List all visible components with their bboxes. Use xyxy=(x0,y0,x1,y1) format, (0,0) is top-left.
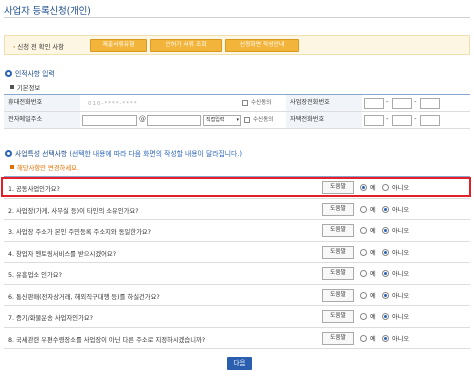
feature-question-table: 1. 공동사업인가요? 도움말 예 아니오 2. 사업장(가게, 사무실 등)이… xyxy=(4,176,470,349)
email-id-input[interactable] xyxy=(82,115,137,126)
no-label: 아니오 xyxy=(392,206,410,214)
no-radio[interactable] xyxy=(382,291,389,299)
yes-label: 예 xyxy=(370,206,376,214)
writing-guide-button[interactable]: 신청화면 작성안내 xyxy=(225,39,299,52)
no-label: 아니오 xyxy=(392,228,410,235)
biz-phone-part2[interactable] xyxy=(392,98,412,109)
feature-section-title: 사업특성 선택사항 (선택한 내용에 따라 다음 화면의 작성할 내용이 달라집… xyxy=(5,148,242,158)
no-label: 아니오 xyxy=(392,292,410,300)
yes-radio[interactable] xyxy=(360,334,367,342)
help-button[interactable]: 도움말 xyxy=(322,202,354,216)
home-phone-part2[interactable] xyxy=(392,115,412,126)
notice-label: · 신청 전 확인 사항 xyxy=(13,44,64,51)
question-row: 7. 증기/화물운송 사업자인가요? 도움말 예 아니오 xyxy=(4,306,470,328)
question-text: 2. 사업장(가게, 사무실 등)이 타인의 소유인가요? xyxy=(8,207,139,215)
no-radio[interactable] xyxy=(382,205,389,213)
yes-label: 예 xyxy=(370,228,376,235)
biz-phone-part1[interactable] xyxy=(364,98,384,109)
question-text: 6. 통신판매(전자상거래, 해외직구대행 등)를 하실건가요? xyxy=(8,293,160,301)
mobile-label: 휴대전화번호 xyxy=(4,95,80,111)
email-at-sign: @ xyxy=(139,115,146,123)
email-row: 전자메일주소 @ 직접입력 ▾ 수신동의 자택전화번호 - - xyxy=(4,112,470,129)
no-label: 아니오 xyxy=(392,249,410,257)
document-type-button[interactable]: 제출서류유형 xyxy=(90,39,147,52)
mobile-consent-label: 수신동의 xyxy=(251,100,272,106)
no-radio[interactable] xyxy=(382,313,389,320)
personal-section-title: 인적사항 입력 xyxy=(5,68,55,78)
no-radio[interactable] xyxy=(382,248,389,256)
no-label: 아니오 xyxy=(392,335,410,343)
yes-radio[interactable] xyxy=(360,291,367,299)
question-row: 8. 국세관련 우편수령장소를 사업장이 아닌 다른 주소로 지정하시겠습니까?… xyxy=(4,328,470,349)
no-radio[interactable] xyxy=(382,270,389,277)
question-text: 5. 유흥업소 인가요? xyxy=(8,272,62,279)
personal-info-table: 휴대전화번호 010-****-**** 수신동의 사업장전화번호 - - 전자… xyxy=(4,94,470,129)
mobile-consent-checkbox[interactable] xyxy=(242,100,248,106)
home-phone-part1[interactable] xyxy=(364,115,384,126)
basic-info-label: 기본정보 xyxy=(10,83,40,92)
next-button[interactable]: 다음 xyxy=(227,357,252,370)
highlight-box xyxy=(1,177,471,197)
question-row: 2. 사업장(가게, 사무실 등)이 타인의 소유인가요? 도움말 예 아니오 xyxy=(4,199,470,220)
section-bullet-icon xyxy=(5,70,12,77)
question-text: 3. 사업장 주소가 본인 주민등록 주소지와 동일한가요? xyxy=(8,229,152,236)
feature-sub-label: 해당사항만 변경하세요. xyxy=(10,163,79,172)
email-domain-select[interactable]: 직접입력 ▾ xyxy=(203,115,241,126)
help-button[interactable]: 도움말 xyxy=(322,224,354,237)
yes-radio[interactable] xyxy=(360,205,367,213)
question-row: 6. 통신판매(전자상거래, 해외직구대행 등)를 하실건가요? 도움말 예 아… xyxy=(4,285,470,306)
question-row: 4. 창업자 멘토링서비스를 받으시겠어요? 도움말 예 아니오 xyxy=(4,242,470,263)
home-phone-label: 자택전화번호 xyxy=(286,112,362,128)
help-button[interactable]: 도움말 xyxy=(322,245,354,259)
yes-label: 예 xyxy=(370,292,376,300)
question-row: 3. 사업장 주소가 본인 주민등록 주소지와 동일한가요? 도움말 예 아니오 xyxy=(4,220,470,242)
help-button[interactable]: 도움말 xyxy=(322,267,354,280)
question-row: 5. 유흥업소 인가요? 도움말 예 아니오 xyxy=(4,263,470,285)
yes-radio[interactable] xyxy=(360,313,367,320)
yes-label: 예 xyxy=(370,335,376,343)
page-title: 사업자 등록신청(개인) xyxy=(4,6,91,17)
section-bullet-icon xyxy=(5,150,12,157)
question-text: 4. 창업자 멘토링서비스를 받으시겠어요? xyxy=(8,250,117,258)
mobile-row: 휴대전화번호 010-****-**** 수신동의 사업장전화번호 - - xyxy=(4,95,470,112)
yes-radio[interactable] xyxy=(360,270,367,277)
home-phone-part3[interactable] xyxy=(420,115,440,126)
chevron-down-icon: ▾ xyxy=(236,117,239,123)
title-divider xyxy=(4,17,470,18)
email-consent-checkbox[interactable] xyxy=(244,117,250,123)
help-button[interactable]: 도움말 xyxy=(322,288,354,302)
yes-radio[interactable] xyxy=(360,227,367,234)
help-button[interactable]: 도움말 xyxy=(322,310,354,323)
no-label: 아니오 xyxy=(392,271,410,278)
notice-box: · 신청 전 확인 사항 제출서류유형 인허가 서류 조회 신청화면 작성안내 xyxy=(4,35,470,55)
yes-radio[interactable] xyxy=(360,248,367,256)
mobile-value: 010-****-**** xyxy=(88,101,138,107)
biz-phone-label: 사업장전화번호 xyxy=(286,95,362,111)
no-label: 아니오 xyxy=(392,314,410,321)
yes-label: 예 xyxy=(370,249,376,257)
help-button[interactable]: 도움말 xyxy=(322,331,354,345)
yes-label: 예 xyxy=(370,314,376,321)
permit-document-search-button[interactable]: 인허가 서류 조회 xyxy=(150,39,222,52)
question-text: 7. 증기/화물운송 사업자인가요? xyxy=(8,315,93,322)
no-radio[interactable] xyxy=(382,334,389,342)
email-consent-label: 수신동의 xyxy=(253,117,274,123)
email-label: 전자메일주소 xyxy=(4,112,80,128)
biz-phone-part3[interactable] xyxy=(420,98,440,109)
no-radio[interactable] xyxy=(382,227,389,234)
email-domain-input[interactable] xyxy=(147,115,201,126)
question-text: 8. 국세관련 우편수령장소를 사업장이 아닌 다른 주소로 지정하시겠습니까? xyxy=(8,336,206,344)
yes-label: 예 xyxy=(370,271,376,278)
